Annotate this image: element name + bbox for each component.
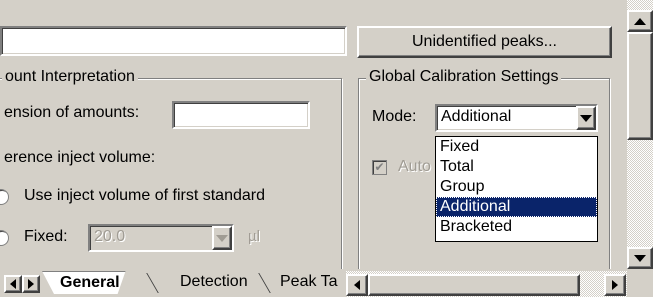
scroll-up-icon [634, 17, 646, 25]
unidentified-peaks-button-label: Unidentified peaks... [412, 33, 557, 50]
mode-option[interactable]: Fixed [436, 137, 597, 157]
auto-checkbox: ✔ [372, 160, 387, 175]
scroll-up-button[interactable] [627, 10, 653, 32]
mode-option[interactable]: Bracketed [436, 217, 597, 237]
tab-detection[interactable]: Detection [150, 271, 254, 293]
mode-dropdown-list[interactable]: Fixed Total Group Additional Bracketed [435, 136, 598, 242]
mode-select[interactable]: Additional [435, 104, 598, 132]
scroll-down-icon [634, 254, 646, 262]
mode-option[interactable]: Group [436, 177, 597, 197]
vertical-scroll-thumb[interactable] [627, 32, 653, 140]
calibration-title: Global Calibration Settings [366, 68, 562, 86]
mode-label: Mode: [372, 108, 417, 125]
arrow-right-icon [28, 279, 34, 289]
tab-peak-table[interactable]: Peak Ta [258, 271, 342, 293]
top-text-field[interactable] [0, 26, 347, 56]
tab-general[interactable]: General [42, 271, 126, 294]
mode-dropdown-button[interactable] [576, 106, 596, 130]
dimension-label: ension of amounts: [4, 104, 140, 121]
unidentified-peaks-button[interactable]: Unidentified peaks... [357, 26, 612, 58]
mode-option[interactable]: Total [436, 157, 597, 177]
arrow-left-icon [10, 279, 16, 289]
scroll-right-icon [612, 280, 618, 290]
auto-label: Auto [398, 158, 431, 175]
chevron-down-icon [216, 234, 228, 242]
dimension-input[interactable] [172, 101, 310, 129]
check-icon: ✔ [374, 160, 385, 174]
radio-fixed-label: Fixed: [24, 228, 68, 245]
scroll-right-button[interactable] [604, 274, 626, 296]
scroll-left-button[interactable] [346, 274, 368, 296]
radio-first-standard-label: Use inject volume of first standard [24, 187, 265, 204]
fixed-volume-combo: 20.0 [88, 224, 234, 252]
mode-select-value: Additional [441, 108, 512, 125]
tab-scroll-right-button[interactable] [22, 275, 40, 293]
scroll-left-icon [354, 280, 360, 290]
horizontal-scroll-thumb[interactable] [368, 274, 580, 296]
tab-scroll-left-button[interactable] [4, 275, 22, 293]
mode-option[interactable]: Additional [436, 197, 597, 217]
chevron-down-icon [580, 114, 592, 122]
fixed-volume-unit: µl [248, 228, 260, 245]
amount-interpretation-title: ount Interpretation [2, 68, 138, 86]
fixed-volume-value: 20.0 [94, 228, 126, 245]
reference-inject-label: erence inject volume: [4, 149, 156, 166]
fixed-volume-dropdown-button [212, 226, 232, 250]
scroll-down-button[interactable] [627, 247, 653, 269]
